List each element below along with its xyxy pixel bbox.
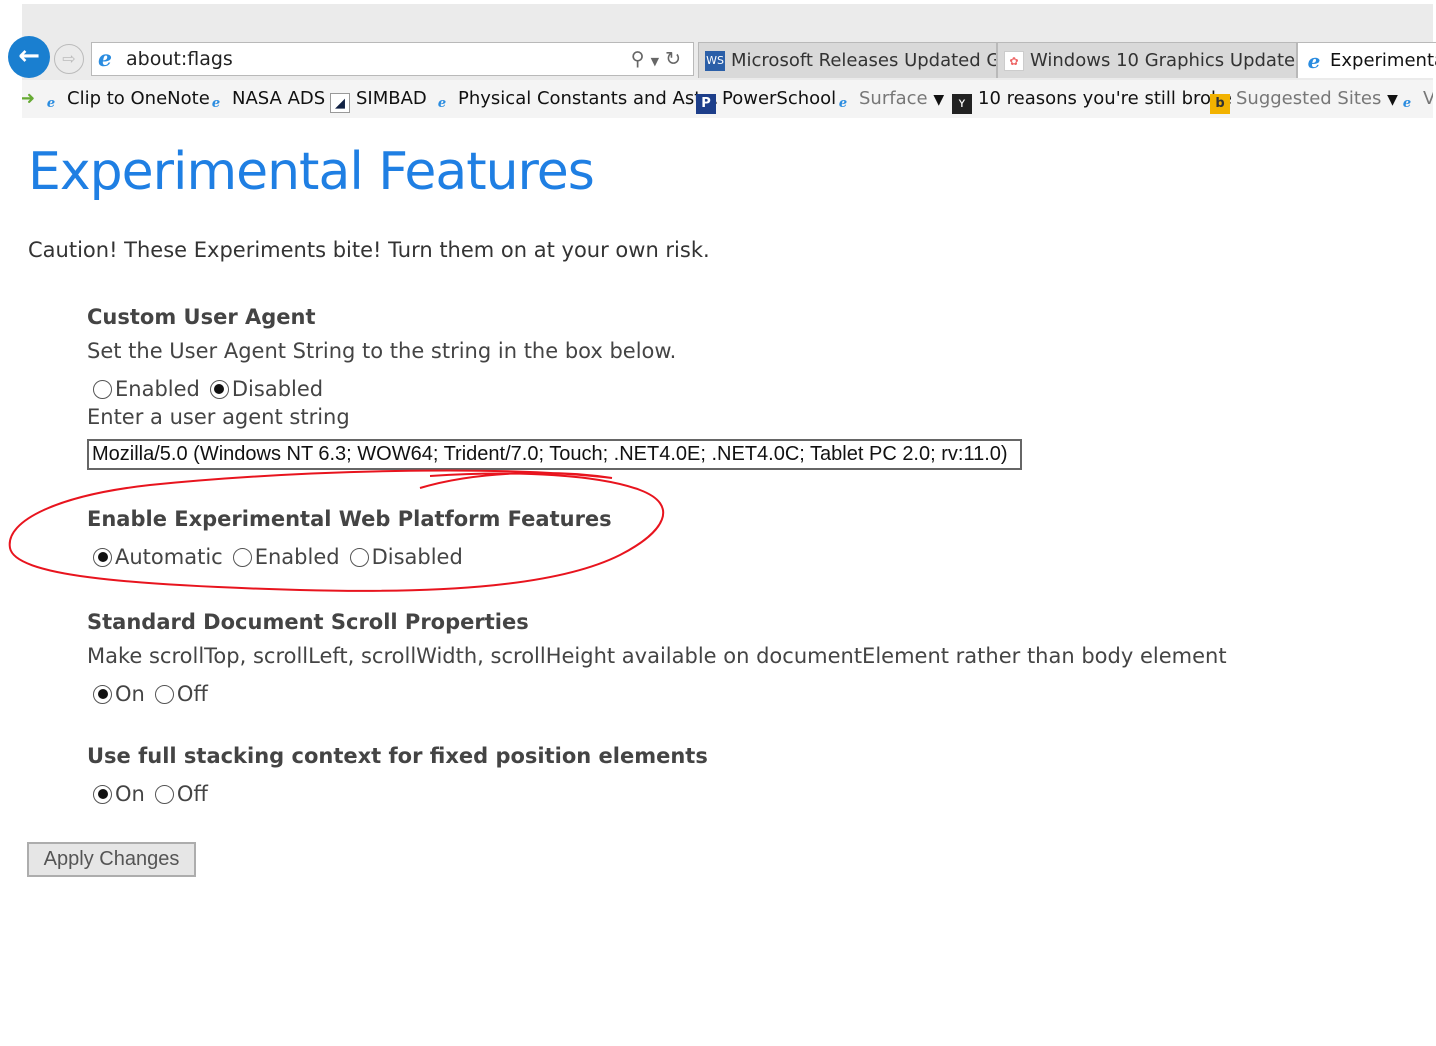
favorite-item[interactable]: P PowerSchool	[696, 80, 836, 118]
section-description: Make scrollTop, scrollLeft, scrollWidth,…	[87, 644, 1227, 668]
site-icon: ʏ	[952, 94, 972, 114]
page-icon: ✿	[1004, 51, 1024, 71]
radio-enabled[interactable]: Enabled	[93, 373, 200, 405]
favorite-folder[interactable]: e Surface ▼	[833, 80, 944, 118]
custom-user-agent-section: Custom User Agent Set the User Agent Str…	[87, 305, 1022, 470]
scroll-properties-section: Standard Document Scroll Properties Make…	[87, 610, 1227, 710]
stacking-context-section: Use full stacking context for fixed posi…	[87, 744, 708, 810]
ie-page-icon: e	[46, 96, 56, 111]
tab-2-active[interactable]: e Experimental	[1297, 42, 1436, 78]
favorites-bar: ➜ e Clip to OneNote e NASA ADS ◢ SIMBAD e Ph…	[22, 80, 1433, 118]
radio-off[interactable]: Off	[154, 678, 208, 710]
favorite-item[interactable]: ʏ 10 reasons you're still broke	[952, 80, 1232, 118]
user-agent-input[interactable]: Mozilla/5.0 (Windows NT 6.3; WOW64; Trid…	[87, 439, 1022, 470]
simbad-icon: ◢	[330, 93, 350, 113]
bing-icon: b	[1210, 94, 1230, 114]
tab-1[interactable]: ✿ Windows 10 Graphics Update- ...	[997, 42, 1297, 78]
section-description: Set the User Agent String to the string …	[87, 339, 677, 363]
ie-page-icon: e	[437, 96, 447, 111]
tab-label: Microsoft Releases Updated Gr...	[731, 50, 997, 71]
tab-label: Experimental	[1330, 50, 1436, 71]
caution-text: Caution! These Experiments bite! Turn th…	[28, 238, 710, 262]
favorite-item[interactable]: eV	[1397, 80, 1433, 118]
favorite-item[interactable]: e NASA ADS	[206, 80, 325, 118]
chevron-down-icon: ▼	[933, 92, 945, 108]
address-bar[interactable]: e about:flags ⚲▼↻	[91, 42, 694, 76]
radio-automatic[interactable]: Automatic	[93, 541, 223, 573]
address-text[interactable]: about:flags	[126, 48, 233, 70]
back-button[interactable]: ←	[8, 36, 50, 78]
section-heading: Use full stacking context for fixed posi…	[87, 744, 708, 768]
section-heading: Custom User Agent	[87, 305, 316, 329]
ie-page-icon: e	[211, 96, 221, 111]
ie-icon: e	[1307, 49, 1321, 73]
favorite-item[interactable]: e Physical Constants and Ast...	[432, 80, 719, 118]
refresh-icon[interactable]: ↻	[665, 48, 687, 70]
page-title: Experimental Features	[28, 142, 595, 202]
dropdown-icon[interactable]: ▼	[651, 55, 665, 68]
favorite-item[interactable]: ◢ SIMBAD	[330, 80, 427, 118]
ie-icon: e	[98, 46, 112, 72]
ie-page-icon: e	[838, 96, 848, 111]
radio-disabled[interactable]: Disabled	[349, 541, 463, 573]
tab-label: Windows 10 Graphics Update- ...	[1030, 50, 1297, 71]
word-doc-icon: WS	[705, 51, 725, 71]
radio-on[interactable]: On	[93, 678, 145, 710]
favorite-item[interactable]: e Clip to OneNote	[41, 80, 210, 118]
radio-off[interactable]: Off	[154, 778, 208, 810]
browser-chrome: ← ⇨ e about:flags ⚲▼↻ WS Microsoft Releas…	[8, 4, 1436, 118]
suggested-sites[interactable]: b Suggested Sites ▼	[1210, 80, 1398, 118]
section-heading: Enable Experimental Web Platform Feature…	[87, 507, 612, 531]
forward-button[interactable]: ⇨	[54, 44, 84, 74]
apply-changes-button[interactable]: Apply Changes	[27, 842, 196, 877]
web-platform-section: Enable Experimental Web Platform Feature…	[87, 507, 612, 573]
input-label: Enter a user agent string	[87, 405, 350, 429]
radio-disabled[interactable]: Disabled	[209, 373, 323, 405]
ie-page-icon: e	[1402, 96, 1412, 111]
powerschool-icon: P	[696, 94, 716, 114]
tab-0[interactable]: WS Microsoft Releases Updated Gr...	[698, 42, 997, 78]
add-favorite-icon[interactable]: ➜	[22, 80, 35, 118]
radio-enabled[interactable]: Enabled	[232, 541, 340, 573]
search-icon[interactable]: ⚲	[631, 48, 651, 70]
radio-on[interactable]: On	[93, 778, 145, 810]
section-heading: Standard Document Scroll Properties	[87, 610, 529, 634]
